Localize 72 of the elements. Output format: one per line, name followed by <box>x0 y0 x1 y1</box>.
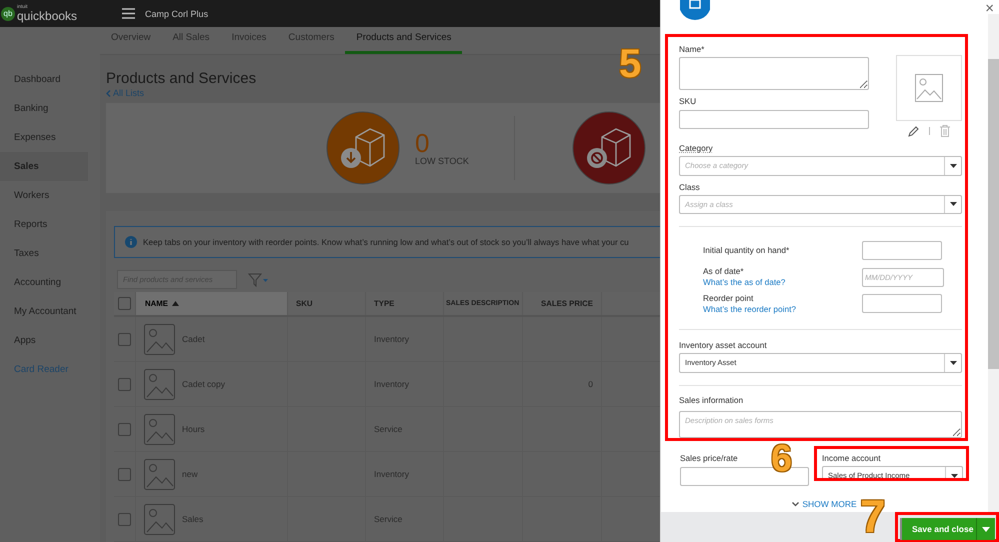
caret-icon <box>950 474 958 478</box>
logo-text: quickbooks <box>17 10 78 22</box>
field-label: Reorder point <box>703 292 754 304</box>
field-label: Name* <box>679 44 706 55</box>
filter-icon[interactable] <box>248 272 268 286</box>
sidebar-item[interactable]: Sales <box>0 152 88 181</box>
sidebar-item[interactable]: Dashboard <box>0 65 88 94</box>
field-label: Income account <box>822 453 882 464</box>
field-label: Sales information <box>679 395 744 406</box>
caret-icon <box>982 526 990 532</box>
select-all-checkbox[interactable] <box>118 297 131 310</box>
save-and-close-button[interactable]: Save and close <box>900 518 995 540</box>
step-number: 6 <box>771 440 792 478</box>
company-name: Camp Corl Plus <box>145 8 208 18</box>
image-placeholder-icon <box>144 368 175 400</box>
sort-up-icon <box>172 301 179 306</box>
quantity-field[interactable] <box>862 240 942 260</box>
sidebar-item[interactable]: Expenses <box>0 123 88 152</box>
row-checkbox[interactable] <box>118 378 131 390</box>
caret-icon <box>950 360 956 365</box>
help-link[interactable]: What’s the reorder point? <box>703 304 796 315</box>
trash-icon[interactable] <box>940 125 950 137</box>
sidebar-item[interactable]: Apps <box>0 326 88 355</box>
image-placeholder-icon <box>915 74 943 102</box>
help-link[interactable]: What’s the as of date? <box>703 277 786 288</box>
sidebar-item[interactable]: Banking <box>0 94 88 123</box>
page-title: Products and Services <box>106 70 258 87</box>
close-icon[interactable]: × <box>985 1 994 16</box>
image-placeholder-icon <box>144 504 175 534</box>
menu-icon[interactable] <box>122 8 136 19</box>
caret-icon <box>950 164 956 168</box>
field-label: Initial quantity on hand* <box>703 244 790 256</box>
image-placeholder-icon <box>144 458 175 490</box>
row-checkbox[interactable] <box>118 422 131 436</box>
field-label: As of date* <box>703 266 745 277</box>
logo-icon: qb <box>1 6 15 20</box>
info-icon <box>125 236 137 248</box>
sidebar-item[interactable]: Reports <box>0 210 88 239</box>
step-number: 5 <box>619 44 642 84</box>
out-of-stock-icon[interactable] <box>572 111 646 185</box>
low-stock-icon[interactable] <box>326 111 400 185</box>
sidebar-item[interactable]: Workers <box>0 181 88 210</box>
chevron-left-icon <box>106 90 111 96</box>
image-placeholder-icon <box>144 414 175 444</box>
reorder-field[interactable] <box>862 294 942 314</box>
sidebar-item[interactable]: Taxes <box>0 239 88 268</box>
pencil-icon[interactable] <box>908 126 919 136</box>
step-number: 7 <box>860 493 886 539</box>
chevron-down-icon <box>792 502 800 506</box>
sku-field[interactable] <box>679 110 869 129</box>
field-label: Inventory asset account <box>679 340 768 351</box>
row-checkbox[interactable] <box>118 512 131 526</box>
field-label: Sales price/rate <box>680 453 739 464</box>
image-upload[interactable] <box>896 55 962 121</box>
sidebar-item[interactable]: My Accountant <box>0 297 88 326</box>
tab[interactable]: Products and Services <box>345 32 462 54</box>
info-text: Keep tabs on your inventory with reorder points. Know what’s running low and what’s out of stock so you’ll always have what your cu <box>143 237 629 247</box>
row-checkbox[interactable] <box>118 332 131 346</box>
stock-count: 0 <box>415 130 430 156</box>
show-more-link[interactable]: SHOW MORE <box>792 499 857 509</box>
sidebar-item[interactable]: Card Reader <box>0 355 88 384</box>
field-label: Class <box>679 182 701 192</box>
back-link[interactable]: All Lists <box>106 88 144 98</box>
scrollbar[interactable] <box>988 14 999 512</box>
row-checkbox[interactable] <box>118 468 131 480</box>
field-label: SKU <box>679 96 698 107</box>
caret-icon <box>950 202 956 206</box>
stock-label: LOW STOCK <box>415 156 470 166</box>
image-placeholder-icon <box>144 324 175 354</box>
field-label: Category <box>679 143 714 154</box>
sidebar-item[interactable]: Accounting <box>0 268 88 297</box>
name-field[interactable] <box>679 57 869 90</box>
